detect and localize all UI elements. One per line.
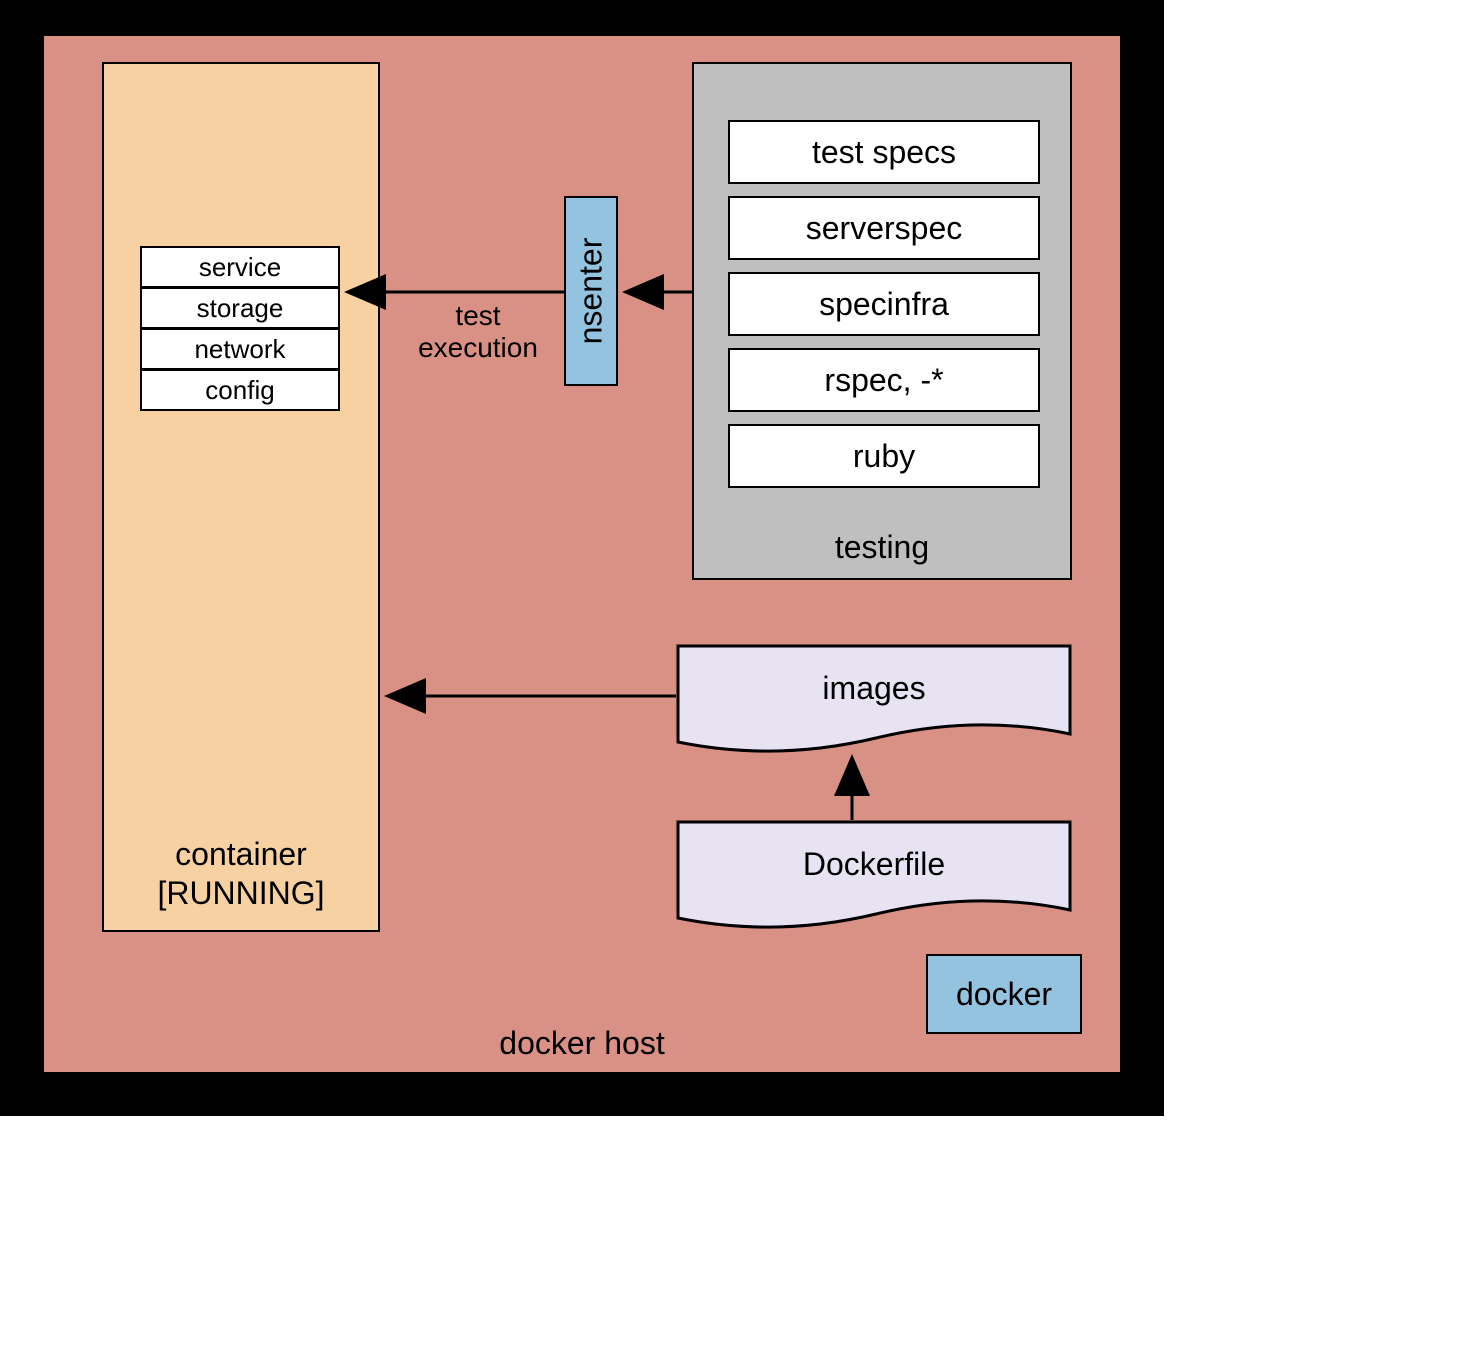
nsenter-box: nsenter xyxy=(564,196,618,386)
container-item-service: service xyxy=(142,248,338,289)
container-stack: service storage network config xyxy=(140,246,340,411)
nsenter-label: nsenter xyxy=(573,238,610,345)
container-item-config: config xyxy=(142,371,338,409)
testing-item-serverspec: serverspec xyxy=(728,196,1040,260)
docker-box: docker xyxy=(926,954,1082,1034)
diagram-canvas: service storage network config container… xyxy=(0,0,1464,1364)
testing-item-specinfra: specinfra xyxy=(728,272,1040,336)
test-execution-line2: execution xyxy=(418,332,538,363)
testing-items: test specs serverspec specinfra rspec, -… xyxy=(728,120,1040,500)
testing-item-rspec: rspec, -* xyxy=(728,348,1040,412)
container-label: container [RUNNING] xyxy=(104,835,378,912)
container-box: service storage network config container… xyxy=(102,62,380,932)
dockerfile-doc-label: Dockerfile xyxy=(676,846,1072,883)
docker-host-label: docker host xyxy=(44,1025,1120,1062)
container-label-line1: container xyxy=(175,836,307,872)
dockerfile-doc: Dockerfile xyxy=(676,820,1072,932)
outer-frame: service storage network config container… xyxy=(0,0,1164,1116)
test-execution-label: test execution xyxy=(398,300,558,364)
test-execution-line1: test xyxy=(455,300,500,331)
images-doc-label: images xyxy=(676,670,1072,707)
testing-label: testing xyxy=(694,529,1070,566)
images-doc: images xyxy=(676,644,1072,756)
testing-box: test specs serverspec specinfra rspec, -… xyxy=(692,62,1072,580)
container-item-storage: storage xyxy=(142,289,338,330)
testing-item-testspecs: test specs xyxy=(728,120,1040,184)
container-label-line2: [RUNNING] xyxy=(157,875,324,911)
container-item-network: network xyxy=(142,330,338,371)
docker-host-box: service storage network config container… xyxy=(44,36,1120,1072)
testing-item-ruby: ruby xyxy=(728,424,1040,488)
